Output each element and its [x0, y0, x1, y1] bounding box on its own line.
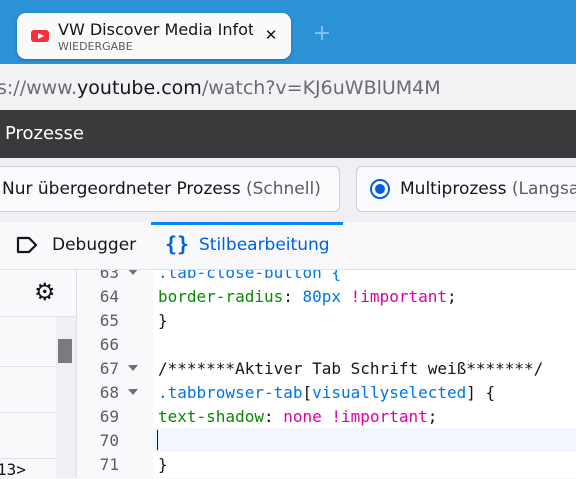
code-editor[interactable]: 63 .tab-close-button { 64 border-radius:… — [77, 270, 576, 478]
tab-subtitle: WIEDERGABE — [58, 40, 133, 53]
debugger-icon — [16, 236, 38, 254]
code-text: } — [158, 311, 168, 330]
line-number: 70 — [99, 431, 119, 450]
tab-debugger[interactable]: Debugger — [0, 222, 150, 269]
tab-strip: VW Discover Media Infotainment WIEDERGAB… — [0, 0, 576, 64]
divider — [0, 366, 56, 367]
url-path: /watch?v=KJ6uWBlUM4M — [201, 77, 441, 99]
stylesheet-item-text: 13> — [0, 460, 26, 479]
scrollbar-thumb[interactable] — [58, 339, 72, 363]
stylesheet-list-pane: ⚙ — [0, 270, 77, 478]
multiprocess-button[interactable]: Multiprozess (Langsa — [356, 166, 576, 212]
settings-row: ⚙ — [0, 270, 76, 317]
gear-icon[interactable]: ⚙ — [34, 278, 56, 306]
braces-icon: {} — [165, 232, 190, 256]
line-number: 64 — [99, 287, 119, 306]
line-number: 63 — [99, 270, 119, 282]
line-number: 65 — [99, 311, 119, 330]
code-text: .tab-close-button { — [158, 270, 342, 282]
divider — [0, 412, 56, 413]
code-text: text-shadow: none !important; — [158, 407, 438, 426]
code-line: 67 /*******Aktiver Tab Schrift weiß*****… — [77, 356, 576, 380]
process-mode-bar: Nur übergeordneter Prozess (Schnell) Mul… — [0, 158, 576, 222]
line-number: 66 — [99, 335, 119, 354]
browser-tab[interactable]: VW Discover Media Infotainment WIEDERGAB… — [17, 13, 291, 59]
line-number: 69 — [99, 407, 119, 426]
youtube-icon — [31, 30, 49, 42]
code-text: border-radius: 80px !important; — [158, 287, 457, 306]
code-line: 69 text-shadow: none !important; — [77, 404, 576, 428]
code-line: 64 border-radius: 80px !important; — [77, 284, 576, 308]
devtools-toolbar: Debugger {} Stilbearbeitung — [0, 222, 576, 270]
close-icon[interactable]: ✕ — [261, 25, 281, 45]
parent-process-button[interactable]: Nur übergeordneter Prozess (Schnell) — [0, 166, 340, 212]
fold-arrow-icon[interactable] — [128, 270, 138, 275]
line-number: 68 — [99, 383, 119, 402]
divider — [0, 458, 56, 459]
multiprocess-label: Multiprozess (Langsa — [400, 179, 576, 199]
plus-icon[interactable]: + — [310, 22, 334, 46]
code-text: .tabbrowser-tab[visuallyselected] { — [158, 383, 496, 402]
code-text: } — [158, 455, 168, 474]
code-line: 65 } — [77, 308, 576, 332]
url-host: youtube.com — [77, 77, 202, 99]
tab-style-editor[interactable]: {} Stilbearbeitung — [151, 222, 343, 269]
devtools-header: Prozesse — [0, 110, 576, 158]
line-number: 67 — [99, 359, 119, 378]
radio-selected-icon[interactable] — [370, 179, 390, 199]
tab-debugger-label: Debugger — [52, 235, 137, 255]
url-prefix: s://www. — [0, 77, 78, 99]
tab-title: VW Discover Media Infotainment — [58, 20, 253, 39]
url-bar[interactable]: s://www.youtube.com/watch?v=KJ6uWBlUM4M — [0, 64, 576, 111]
code-line: 63 .tab-close-button { — [77, 270, 576, 284]
code-comment: /*******Aktiver Tab Schrift weiß*******/ — [158, 359, 544, 378]
line-number: 71 — [99, 455, 119, 474]
parent-process-label: Nur übergeordneter Prozess (Schnell) — [2, 179, 321, 199]
devtools-title: Prozesse — [5, 123, 84, 144]
tab-style-editor-label: Stilbearbeitung — [199, 235, 330, 255]
fold-arrow-icon[interactable] — [128, 389, 138, 395]
fold-arrow-icon[interactable] — [128, 365, 138, 371]
url-text[interactable]: s://www.youtube.com/watch?v=KJ6uWBlUM4M — [0, 77, 441, 99]
code-line: 70 — [77, 428, 576, 452]
code-line: 68 .tabbrowser-tab[visuallyselected] { — [77, 380, 576, 404]
text-cursor — [157, 430, 158, 450]
code-line: 71 } — [77, 452, 576, 476]
code-line: 66 — [77, 332, 576, 356]
